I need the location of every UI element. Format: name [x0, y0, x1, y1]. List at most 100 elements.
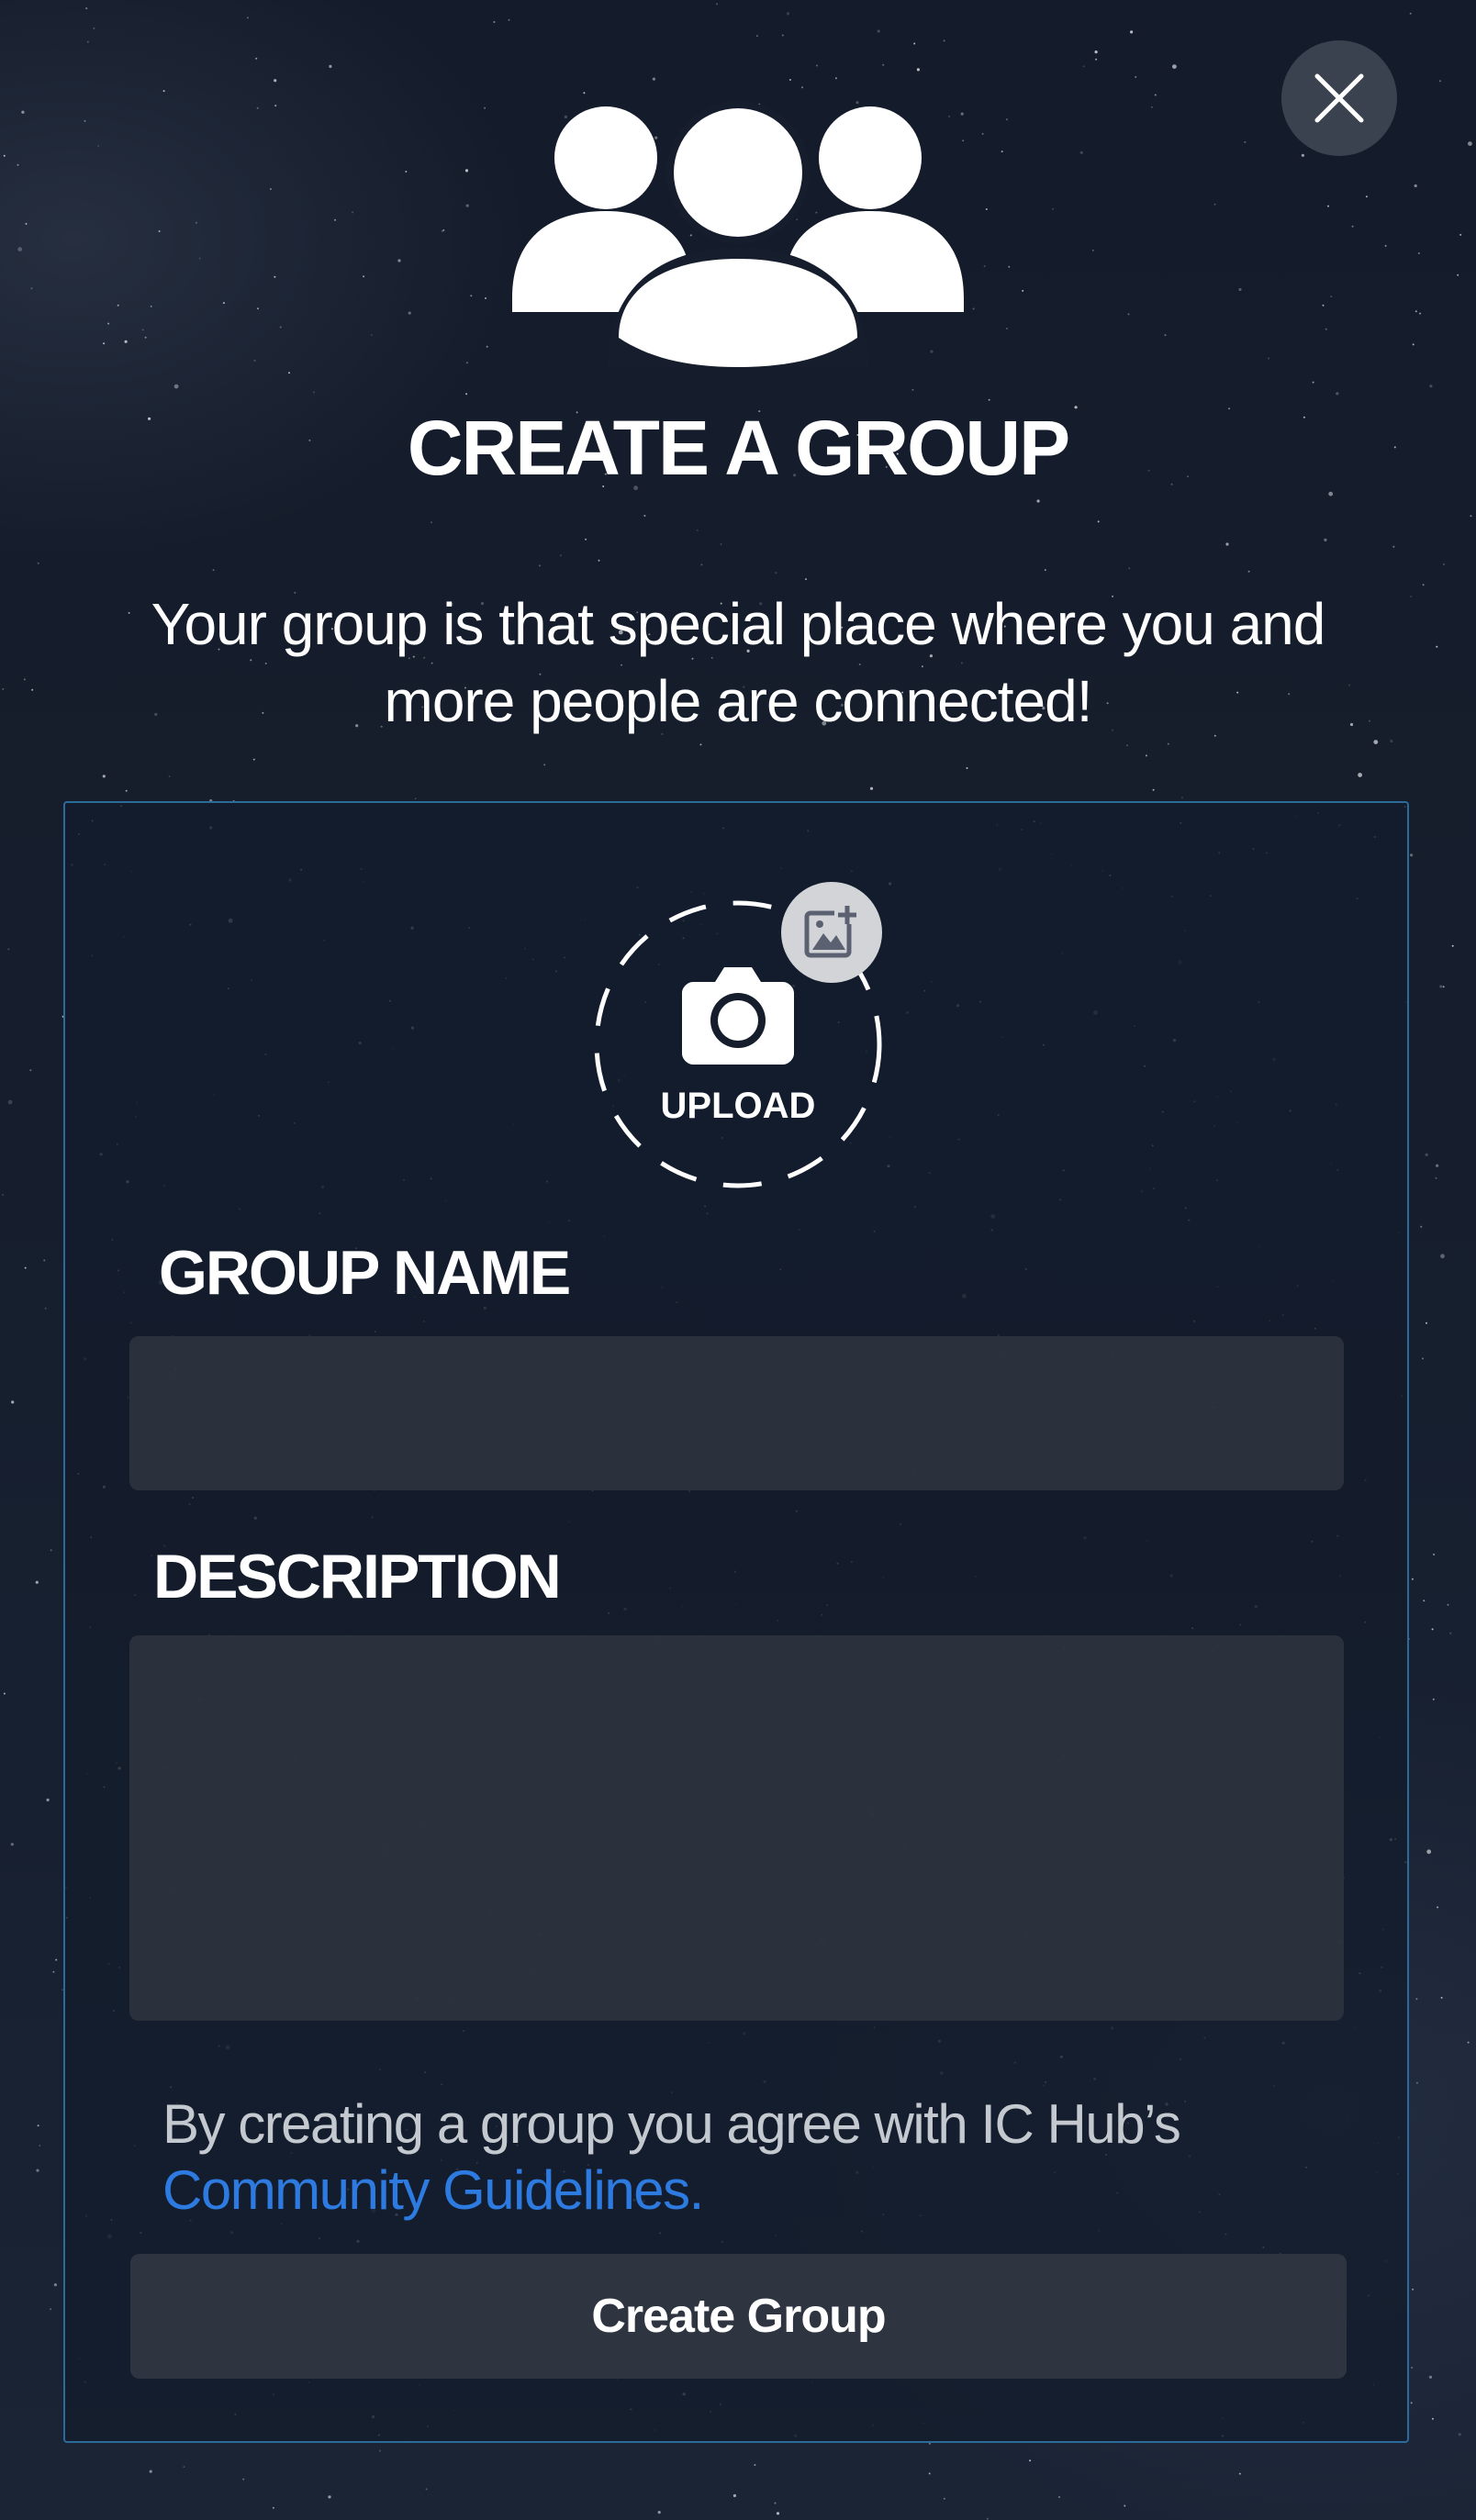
description-input[interactable]: [129, 1635, 1344, 2021]
star: [183, 2466, 185, 2469]
star: [1409, 12, 1412, 15]
star: [1005, 118, 1008, 121]
star: [1327, 205, 1329, 207]
star: [470, 295, 473, 297]
star: [1440, 1996, 1443, 1999]
star: [1470, 515, 1472, 518]
star: [1128, 567, 1131, 570]
upload-label: UPLOAD: [660, 1086, 816, 1126]
star: [1429, 385, 1433, 388]
star: [1181, 797, 1183, 799]
description-label: DESCRIPTION: [153, 1542, 562, 1611]
group-name-input[interactable]: [129, 1336, 1344, 1490]
star: [786, 12, 790, 16]
star: [913, 42, 916, 45]
star: [253, 359, 256, 362]
close-icon: [1314, 73, 1364, 123]
star: [928, 2472, 931, 2475]
star: [1324, 538, 1327, 542]
star: [816, 64, 818, 67]
star: [274, 79, 277, 83]
star: [86, 40, 89, 43]
star: [485, 297, 486, 299]
star: [776, 2512, 780, 2515]
star: [1029, 2459, 1032, 2462]
star: [1412, 343, 1414, 346]
star: [149, 2470, 152, 2473]
star: [1426, 1849, 1432, 1855]
star: [972, 307, 975, 310]
close-button[interactable]: [1281, 40, 1397, 156]
star: [1436, 1164, 1439, 1167]
star: [1167, 742, 1169, 745]
star: [1410, 2402, 1413, 2404]
add-image-button[interactable]: [781, 882, 882, 983]
star: [834, 77, 837, 80]
star: [1468, 141, 1472, 147]
star: [1022, 289, 1024, 292]
star: [465, 393, 468, 396]
star: [24, 1266, 27, 1269]
star: [1422, 1357, 1424, 1360]
star: [805, 578, 807, 581]
star: [39, 2145, 41, 2147]
star: [484, 106, 486, 109]
star: [1330, 295, 1333, 298]
star: [7, 1099, 13, 1105]
star: [1094, 50, 1098, 54]
star: [559, 554, 562, 557]
star: [2, 687, 5, 690]
star: [1095, 58, 1098, 61]
star: [1247, 570, 1250, 573]
star: [1447, 1603, 1449, 1606]
star: [869, 786, 874, 790]
star: [441, 230, 443, 232]
star: [1423, 1600, 1426, 1602]
star: [23, 678, 26, 681]
star: [911, 388, 914, 391]
star: [30, 287, 33, 290]
star: [288, 372, 290, 374]
star: [1325, 328, 1327, 330]
star: [371, 334, 373, 336]
star: [465, 204, 469, 207]
star: [696, 529, 699, 531]
star: [788, 79, 791, 81]
star: [1008, 265, 1011, 268]
star: [102, 775, 106, 778]
star: [1349, 722, 1354, 727]
star: [464, 169, 469, 173]
star: [774, 2502, 777, 2504]
star: [198, 257, 201, 260]
star: [405, 171, 408, 173]
star: [781, 34, 784, 37]
star: [988, 398, 990, 401]
star: [1154, 94, 1157, 96]
star: [125, 789, 128, 792]
create-group-button[interactable]: Create Group: [130, 2254, 1347, 2379]
star: [7, 948, 10, 951]
star: [408, 311, 411, 315]
star: [37, 562, 39, 564]
star: [1432, 1698, 1435, 1700]
community-guidelines-link[interactable]: Community Guidelines.: [162, 2159, 704, 2221]
star: [877, 29, 880, 33]
star: [1443, 563, 1445, 565]
star: [1392, 545, 1395, 548]
star: [583, 92, 586, 95]
star: [1358, 773, 1362, 777]
star: [1213, 203, 1216, 206]
star: [430, 521, 432, 524]
group-name-label: GROUP NAME: [159, 1238, 571, 1308]
star: [1172, 64, 1177, 69]
star: [1431, 2417, 1434, 2420]
star: [1440, 1254, 1445, 1259]
star: [11, 1400, 15, 1404]
star: [943, 2497, 945, 2500]
star: [643, 515, 646, 517]
star: [465, 362, 468, 364]
star: [1124, 2504, 1126, 2507]
star: [943, 39, 945, 42]
star: [128, 611, 130, 614]
star: [1351, 225, 1354, 228]
